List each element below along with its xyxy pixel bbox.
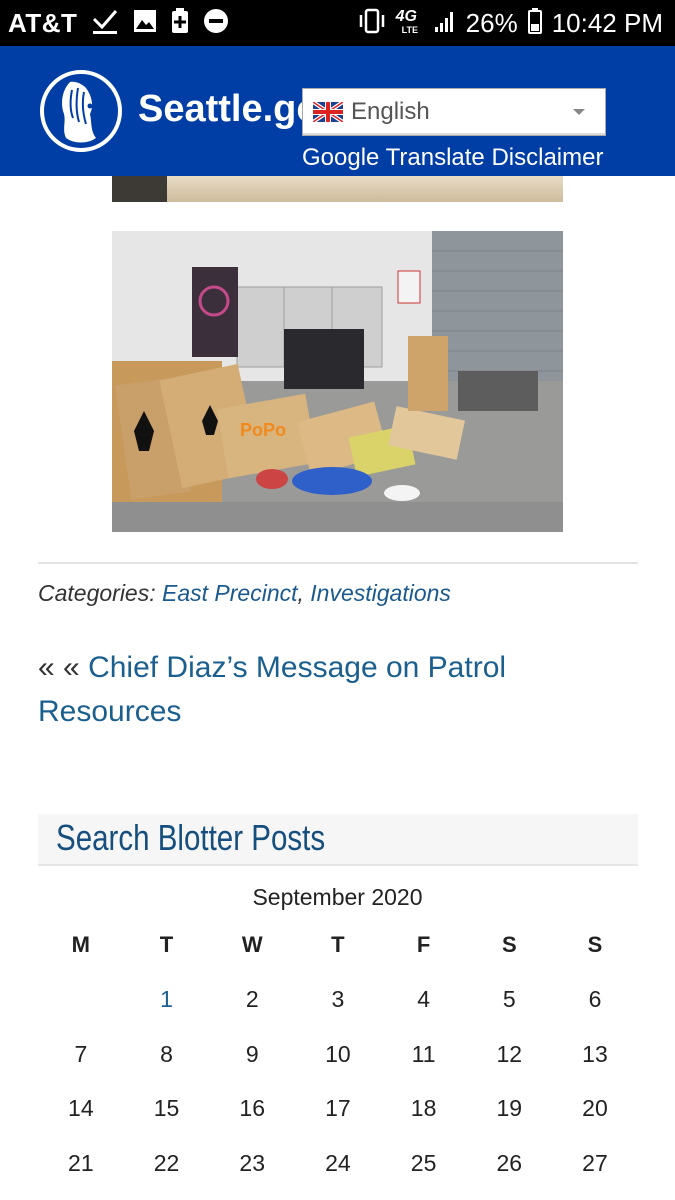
categories-label: Categories: [38, 580, 156, 606]
battery-percent: 26% [465, 7, 518, 38]
calendar-day: 23 [239, 1149, 266, 1176]
calendar-day: 24 [325, 1149, 351, 1176]
translate-disclaimer-link[interactable]: Google Translate Disclaimer [302, 144, 603, 172]
calendar-day: 21 [68, 1149, 94, 1176]
calendar-day: 15 [153, 1095, 180, 1122]
vibrate-icon [358, 8, 386, 39]
language-select[interactable]: English [302, 88, 606, 136]
calendar-week-row: 1 2 3 4 5 6 [38, 973, 638, 1028]
previous-arrows: « « [38, 651, 80, 684]
post-categories: Categories: East Precinct, Investigation… [38, 580, 451, 607]
image-icon [133, 9, 157, 38]
site-header: Seattle.gov English Google Translate Dis… [0, 46, 675, 176]
calendar-day: 16 [239, 1095, 266, 1122]
clock: 10:42 PM [551, 7, 663, 38]
calendar-day: 5 [502, 986, 516, 1013]
category-link-east-precinct[interactable]: East Precinct [162, 580, 298, 606]
calendar-day: 18 [410, 1095, 437, 1122]
network-type-label: 4G [395, 8, 417, 25]
network-sub-label: LTE [401, 25, 418, 35]
calendar-day-link[interactable]: 1 [124, 986, 210, 1013]
calendar-day: 7 [74, 1040, 88, 1067]
calendar-day: 12 [496, 1040, 523, 1067]
calendar-day: 6 [588, 986, 602, 1013]
weekday-header: M [71, 932, 90, 958]
calendar-day: 4 [417, 986, 430, 1013]
calendar-day: 9 [245, 1040, 259, 1067]
calendar-day: 20 [582, 1095, 608, 1122]
weekday-header: F [416, 932, 431, 958]
language-select-value: English [351, 98, 430, 125]
calendar-week-row: 14 15 16 17 18 19 20 [38, 1082, 638, 1137]
battery-icon [527, 7, 542, 39]
calendar-day: 14 [68, 1095, 94, 1122]
calendar-day: 22 [153, 1149, 180, 1176]
calendar-day: 26 [496, 1149, 523, 1176]
chevron-down-icon [573, 109, 585, 115]
calendar-day: 3 [331, 986, 345, 1013]
previous-post-link[interactable]: Chief Diaz’s Message on Patrol Resources [38, 651, 506, 728]
previous-photo-crop [112, 176, 563, 202]
battery-saver-icon [171, 7, 189, 39]
evidence-photo[interactable]: PoPo [112, 231, 563, 502]
widget-title: Search Blotter Posts [56, 817, 326, 858]
calendar-month-caption: September 2020 [252, 884, 423, 910]
evidence-photo-frame: PoPo [112, 231, 563, 532]
weekday-header: W [241, 932, 263, 958]
previous-post-nav: « « Chief Diaz’s Message on Patrol Resou… [38, 646, 598, 734]
category-link-investigations[interactable]: Investigations [310, 580, 451, 606]
seattle-seal-logo[interactable] [40, 70, 122, 152]
do-not-disturb-icon [203, 8, 229, 39]
calendar-day: 13 [582, 1040, 608, 1067]
check-icon [91, 7, 119, 40]
calendar-week-row: 7 8 9 10 11 12 13 [38, 1027, 638, 1082]
calendar-day: 27 [582, 1149, 608, 1176]
weekday-header: S [587, 932, 603, 958]
calendar-week-row: 21 22 23 24 25 26 27 [38, 1136, 638, 1191]
calendar-day: 2 [245, 986, 259, 1013]
calendar-day: 25 [410, 1149, 437, 1176]
calendar-day: 10 [325, 1040, 351, 1067]
site-logo-text[interactable]: Seattle.gov [138, 88, 308, 131]
calendar-widget-header: Search Blotter Posts [38, 814, 638, 866]
svg-text:PoPo: PoPo [240, 420, 286, 440]
calendar-day: 19 [496, 1095, 523, 1122]
weekday-header: S [501, 932, 517, 958]
calendar-weekday-row: M T W T F S S [38, 918, 638, 973]
weekday-header: T [159, 932, 174, 958]
post-divider [38, 562, 638, 564]
carrier-label: AT&T [8, 7, 78, 38]
calendar-day: 17 [325, 1095, 351, 1122]
status-bar: AT&T 4G LTE 26% 10:42 PM [0, 0, 675, 46]
weekday-header: T [331, 932, 345, 958]
signal-icon [434, 9, 456, 38]
calendar-grid: M T W T F S S 1 2 3 4 5 6 7 8 9 10 11 12 13 14 15 16 17 1… [38, 918, 638, 1191]
uk-flag-icon [311, 100, 345, 124]
calendar-weeks: 1 2 3 4 5 6 7 8 9 10 11 12 13 14 15 16 17 18 19 20 21 22 23 24 2… [38, 973, 638, 1191]
calendar-day: 11 [411, 1040, 436, 1067]
calendar-day: 8 [160, 1040, 173, 1067]
category-separator: , [297, 580, 304, 606]
network-4g-icon: 4G LTE [396, 8, 424, 38]
